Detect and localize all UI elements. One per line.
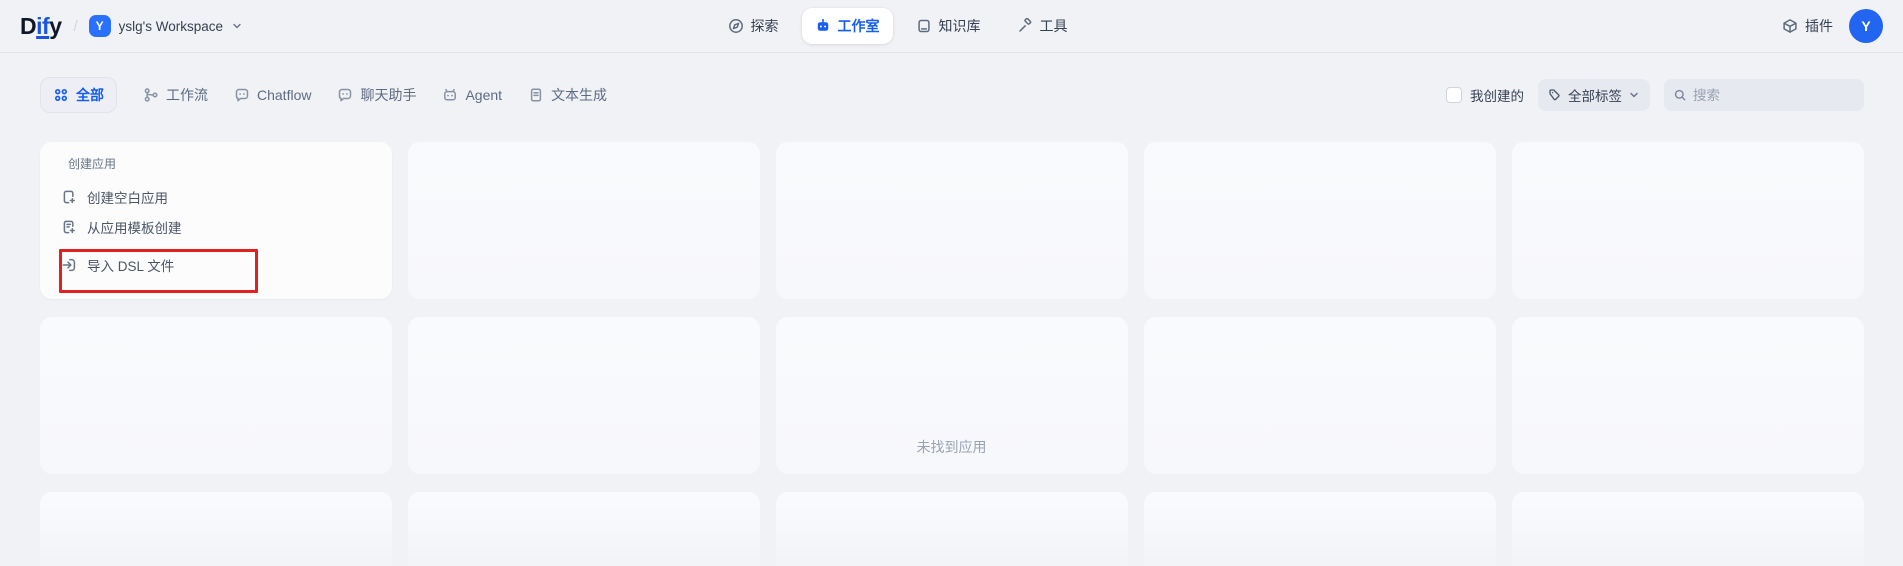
nav-item-label: 工作室 <box>838 16 880 36</box>
filter-right: 我创建的 全部标签 <box>1446 79 1864 111</box>
tab-label: 全部 <box>76 85 104 105</box>
cube-icon <box>1782 18 1798 34</box>
empty-app-card <box>1512 142 1864 299</box>
empty-app-card <box>408 142 760 299</box>
empty-app-card <box>40 317 392 474</box>
tab-label: 文本生成 <box>551 85 607 105</box>
hammer-icon <box>1017 18 1033 34</box>
empty-app-card <box>408 492 760 566</box>
empty-app-card <box>1512 492 1864 566</box>
dify-logo[interactable]: Dify <box>20 13 61 40</box>
workspace-selector[interactable]: Y yslg's Workspace <box>89 15 243 37</box>
empty-app-card <box>1144 492 1496 566</box>
nav-item-label: 工具 <box>1040 16 1068 36</box>
create-blank-app-button[interactable]: 创建空白应用 <box>61 189 376 205</box>
tab-chat-assistant[interactable]: 聊天助手 <box>337 85 416 105</box>
file-plus-icon <box>61 189 77 205</box>
empty-app-card <box>776 142 1128 299</box>
create-app-title: 创建应用 <box>68 156 376 172</box>
tag-filter-dropdown[interactable]: 全部标签 <box>1538 79 1650 111</box>
tag-icon <box>1548 88 1562 102</box>
logo-letter-d: D <box>20 13 36 39</box>
chat-bubble-icon <box>234 87 250 103</box>
workspace-avatar: Y <box>89 15 111 37</box>
chevron-down-icon <box>1628 89 1640 101</box>
header-right: 插件 Y <box>1782 9 1883 43</box>
create-app-card: 创建应用 创建空白应用 从应用模板创建 导入 DSL 文件 <box>40 142 392 299</box>
document-icon <box>528 87 544 103</box>
created-by-me-label: 我创建的 <box>1470 85 1524 105</box>
create-from-template-button[interactable]: 从应用模板创建 <box>61 219 376 235</box>
create-item-label: 从应用模板创建 <box>87 217 182 237</box>
empty-app-card <box>408 317 760 474</box>
app-grid: 创建应用 创建空白应用 从应用模板创建 导入 DSL 文件 <box>40 142 1864 566</box>
nav-item-label: 探索 <box>751 16 779 36</box>
import-icon <box>61 257 77 273</box>
tab-workflow[interactable]: 工作流 <box>143 85 208 105</box>
user-avatar[interactable]: Y <box>1849 9 1883 43</box>
empty-app-card <box>1512 317 1864 474</box>
filter-bar: 全部 工作流 Chatflow 聊天助手 Agent <box>40 78 1864 112</box>
logo-letters-if: if <box>36 13 49 39</box>
no-apps-found-message: 未找到应用 <box>917 437 987 457</box>
search-input[interactable] <box>1693 88 1855 103</box>
nav-item-knowledge[interactable]: 知识库 <box>903 8 994 44</box>
tab-agent[interactable]: Agent <box>442 87 502 103</box>
robot-icon <box>815 18 831 34</box>
nav-item-studio[interactable]: 工作室 <box>802 8 893 44</box>
tab-all[interactable]: 全部 <box>40 77 117 113</box>
create-item-label: 创建空白应用 <box>87 187 168 207</box>
plugins-button[interactable]: 插件 <box>1782 16 1833 36</box>
tab-label: Agent <box>465 87 502 103</box>
grid-dots-icon <box>53 87 69 103</box>
tab-text-generation[interactable]: 文本生成 <box>528 85 607 105</box>
workspace-name: yslg's Workspace <box>119 19 223 34</box>
logo-letter-y: y <box>49 13 61 39</box>
tab-label: 工作流 <box>166 85 208 105</box>
tab-chatflow[interactable]: Chatflow <box>234 87 311 103</box>
tab-label: Chatflow <box>257 87 311 103</box>
empty-app-card <box>776 492 1128 566</box>
nav-item-tools[interactable]: 工具 <box>1004 8 1081 44</box>
agent-icon <box>442 87 458 103</box>
chat-bubble-icon <box>337 87 353 103</box>
top-header: Dify / Y yslg's Workspace 探索 工作室 知识库 <box>0 0 1903 53</box>
search-box <box>1664 79 1864 111</box>
plugins-label: 插件 <box>1805 16 1833 36</box>
book-icon <box>916 18 932 34</box>
template-plus-icon <box>61 219 77 235</box>
tab-label: 聊天助手 <box>360 85 416 105</box>
main-nav: 探索 工作室 知识库 工具 <box>715 8 1081 44</box>
create-item-label: 导入 DSL 文件 <box>87 255 174 275</box>
nav-item-explore[interactable]: 探索 <box>715 8 792 44</box>
breadcrumb-separator: / <box>73 18 77 35</box>
empty-app-card <box>1144 317 1496 474</box>
app-type-tabs: 全部 工作流 Chatflow 聊天助手 Agent <box>40 77 607 113</box>
compass-icon <box>728 18 744 34</box>
chevron-down-icon <box>231 20 243 32</box>
empty-app-card <box>1144 142 1496 299</box>
nav-item-label: 知识库 <box>939 16 981 36</box>
empty-app-card <box>40 492 392 566</box>
workflow-icon <box>143 87 159 103</box>
import-dsl-button[interactable]: 导入 DSL 文件 <box>61 257 376 273</box>
search-icon <box>1673 88 1687 102</box>
tag-filter-label: 全部标签 <box>1568 85 1622 105</box>
created-by-me-checkbox[interactable] <box>1446 87 1462 103</box>
created-by-me-filter: 我创建的 <box>1446 85 1524 105</box>
